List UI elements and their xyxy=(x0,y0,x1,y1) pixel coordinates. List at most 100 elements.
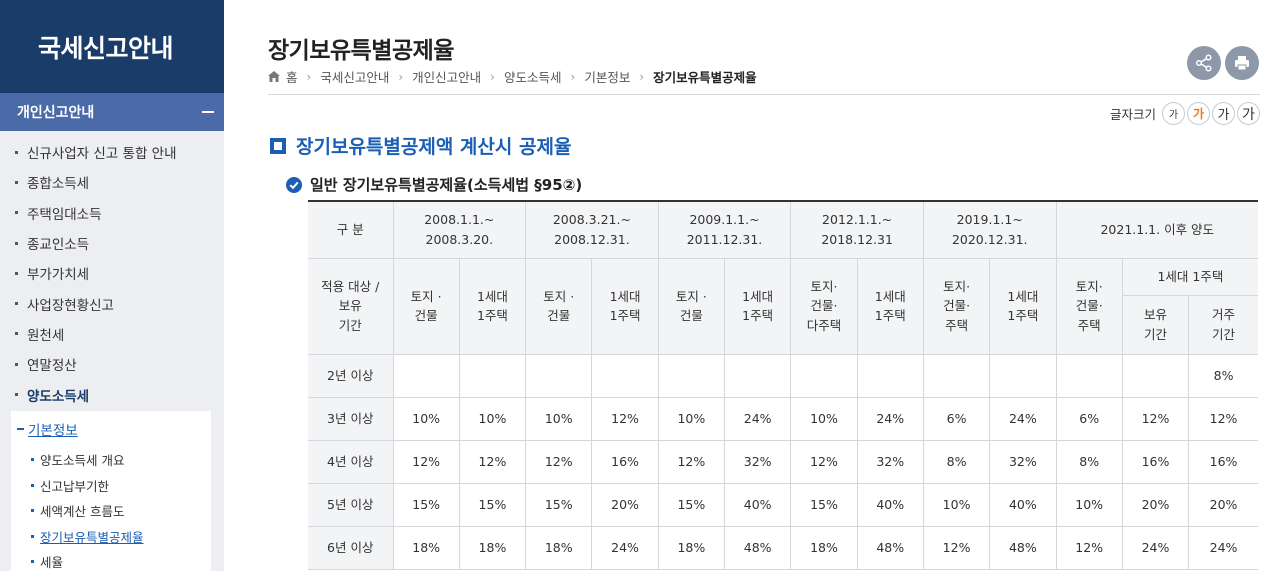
submenu-header[interactable]: 기본정보 xyxy=(11,411,211,447)
submenu-item[interactable]: 양도소득세 개요 xyxy=(11,447,211,473)
submenu-item[interactable]: 세액계산 흐름도 xyxy=(11,498,211,524)
sidebar-title: 국세신고안내 xyxy=(0,0,224,93)
bullet-icon xyxy=(31,509,34,513)
target-period-header: 적용 대상 / 보유 기간 xyxy=(308,257,394,355)
font-size-large-button[interactable]: 가 xyxy=(1212,102,1235,125)
bullet-icon xyxy=(15,241,18,245)
sidebar-section-label: 개인신고안내 xyxy=(17,105,95,121)
sidebar-item[interactable]: 종교인소득 xyxy=(0,228,224,258)
rate-cell: 8% xyxy=(1188,353,1258,398)
collapse-icon[interactable] xyxy=(202,111,214,113)
rate-cell: 20% xyxy=(1188,482,1258,527)
rate-cell: 18% xyxy=(392,525,460,570)
rate-cell: 16% xyxy=(591,439,659,484)
sidebar-item-active[interactable]: 양도소득세 xyxy=(0,379,224,409)
submenu-list: 양도소득세 개요 신고납부기한 세액계산 흐름도 장기보유특별공제율 세율 xyxy=(11,447,211,571)
table-row: 2년 이상 8% xyxy=(308,353,1258,398)
bullet-icon xyxy=(15,302,18,306)
row-label-cell: 6년 이상 xyxy=(308,525,394,570)
bullet-icon xyxy=(15,332,18,336)
submenu-item[interactable]: 신고납부기한 xyxy=(11,473,211,499)
rate-cell xyxy=(657,353,726,398)
chevron-right-icon: › xyxy=(398,69,404,84)
bullet-icon xyxy=(31,458,34,462)
minus-icon xyxy=(17,428,24,430)
font-size-xs-button[interactable]: 가 xyxy=(1162,102,1185,125)
submenu-item[interactable]: 세율 xyxy=(11,549,211,571)
rate-cell: 16% xyxy=(1121,439,1190,484)
bullet-icon xyxy=(15,362,18,366)
section-heading-text: 장기보유특별공제액 계산시 공제율 xyxy=(296,136,572,158)
bullet-icon xyxy=(15,150,18,154)
rate-cell: 12% xyxy=(458,439,527,484)
sidebar-item[interactable]: 사업장현황신고 xyxy=(0,288,224,318)
sidebar-menu: 신규사업자 신고 통합 안내 종합소득세 주택임대소득 종교인소득 부가가치세 … xyxy=(0,131,224,410)
sidebar-item[interactable]: 신규사업자 신고 통합 안내 xyxy=(0,137,224,167)
bullet-icon xyxy=(15,211,18,215)
share-icon xyxy=(1195,54,1212,72)
font-size-label: 글자크기 xyxy=(1109,107,1156,122)
rate-cell: 48% xyxy=(856,525,924,570)
subheader-one-house: 1세대 1주택 xyxy=(458,257,527,355)
bullet-icon xyxy=(15,393,18,397)
rate-cell: 24% xyxy=(591,525,659,570)
submenu-item-current[interactable]: 장기보유특별공제율 xyxy=(11,524,211,550)
rate-cell: 12% xyxy=(657,439,726,484)
header-divider xyxy=(268,94,1260,95)
deduction-rate-table: 구 분 2008.1.1.~ 2008.3.20. 2008.3.21.~ 2008… xyxy=(308,200,1258,570)
subheader-land-building-house: 토지· 건물· 주택 xyxy=(1055,257,1123,355)
subheader-land-building: 토지 · 건물 xyxy=(525,257,593,355)
sidebar-item[interactable]: 부가가치세 xyxy=(0,258,224,288)
subheader-one-house: 1세대 1주택 xyxy=(856,257,924,355)
row-label-cell: 3년 이상 xyxy=(308,396,394,441)
font-size-control: 글자크기 가 가 가 가 xyxy=(1110,102,1260,125)
rate-cell: 15% xyxy=(790,482,858,527)
submenu-item-label: 양도소득세 개요 xyxy=(40,453,125,469)
rate-cell: 12% xyxy=(591,396,659,441)
row-label-cell: 4년 이상 xyxy=(308,439,394,484)
rate-cell xyxy=(723,353,792,398)
table-header-row: 적용 대상 / 보유 기간 토지 · 건물 1세대 1주택 토지 · 건물 1세대 1주택 … xyxy=(308,257,1258,355)
sidebar-item-label: 종합소득세 xyxy=(27,176,90,193)
sidebar: 국세신고안내 개인신고안내 신규사업자 신고 통합 안내 종합소득세 주택임대소… xyxy=(0,0,224,571)
sidebar-section-header[interactable]: 개인신고안내 xyxy=(0,93,224,131)
rate-cell: 32% xyxy=(856,439,924,484)
sidebar-item[interactable]: 주택임대소득 xyxy=(0,198,224,228)
rate-cell: 15% xyxy=(392,482,460,527)
rate-cell: 16% xyxy=(1188,439,1258,484)
submenu-item-label: 신고납부기한 xyxy=(40,478,110,494)
rate-cell: 12% xyxy=(525,439,593,484)
sidebar-item-label: 부가가치세 xyxy=(27,267,90,284)
rate-cell: 18% xyxy=(790,525,858,570)
breadcrumb: 홈 › 국세신고안내 › 개인신고안내 › 양도소득세 › 기본정보 › 장기보… xyxy=(268,67,757,86)
print-button[interactable] xyxy=(1225,46,1259,80)
breadcrumb-item[interactable]: 기본정보 xyxy=(584,67,630,86)
sidebar-item[interactable]: 종합소득세 xyxy=(0,167,224,197)
subheader-residence: 거주 기간 xyxy=(1188,294,1258,355)
rate-cell: 18% xyxy=(657,525,726,570)
breadcrumb-item[interactable]: 양도소득세 xyxy=(504,67,562,86)
sidebar-item[interactable]: 연말정산 xyxy=(0,349,224,379)
bullet-icon xyxy=(31,483,34,487)
rate-cell: 24% xyxy=(856,396,924,441)
breadcrumb-item[interactable]: 개인신고안내 xyxy=(412,67,481,86)
rate-cell: 8% xyxy=(922,439,991,484)
table-row: 4년 이상 12% 12% 12% 16% 12% 32% 12% 32% 8% 32% 8% 16% 1… xyxy=(308,439,1258,484)
font-size-default-button[interactable]: 가 xyxy=(1187,102,1210,125)
submenu-item-label: 세액계산 흐름도 xyxy=(40,504,125,520)
sidebar-item-label: 원천세 xyxy=(27,327,65,344)
home-icon[interactable] xyxy=(268,71,280,82)
rate-cell xyxy=(1055,353,1123,398)
breadcrumb-item[interactable]: 홈 xyxy=(286,67,298,86)
sidebar-submenu: 기본정보 양도소득세 개요 신고납부기한 세액계산 흐름도 장기보유특별공제율 … xyxy=(11,411,211,571)
font-size-xl-button[interactable]: 가 xyxy=(1237,102,1260,125)
rate-cell: 8% xyxy=(1055,439,1123,484)
rate-cell xyxy=(458,353,527,398)
share-button[interactable] xyxy=(1187,46,1221,80)
sidebar-item[interactable]: 원천세 xyxy=(0,319,224,349)
breadcrumb-item[interactable]: 국세신고안내 xyxy=(320,67,389,86)
bullet-icon xyxy=(31,534,34,538)
period-header: 2012.1.1.~ 2018.12.31 xyxy=(790,200,924,259)
row-label-cell: 2년 이상 xyxy=(308,353,394,398)
rate-cell xyxy=(922,353,991,398)
